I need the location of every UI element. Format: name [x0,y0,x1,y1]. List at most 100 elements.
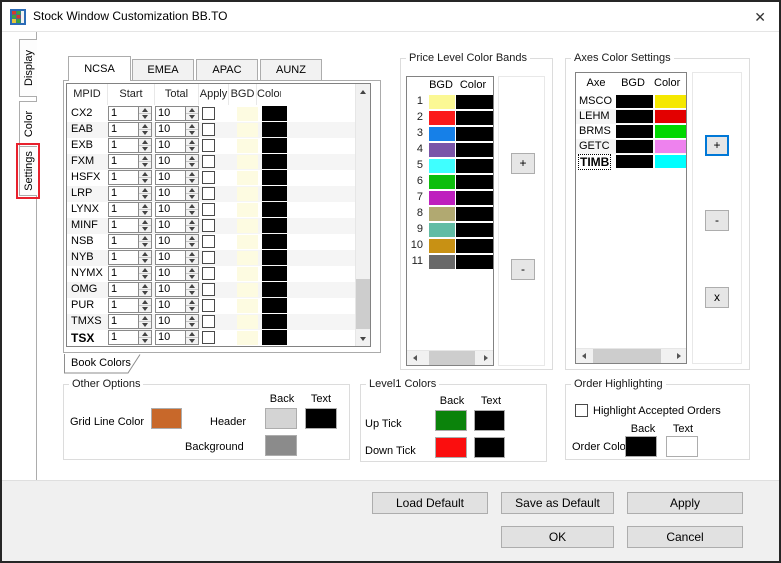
color-swatch[interactable] [262,250,287,265]
band-color-swatch[interactable] [456,207,493,221]
spin-down-icon[interactable] [189,243,195,247]
axe-color-swatch[interactable] [655,155,686,168]
spin-up-icon[interactable] [142,268,148,272]
band-color-swatch[interactable] [456,159,493,173]
spinner-arrows[interactable] [138,123,151,136]
load-default-button[interactable]: Load Default [372,492,488,514]
spin-down-icon[interactable] [189,339,195,343]
header-text-swatch[interactable] [305,408,337,429]
spin-up-icon[interactable] [189,204,195,208]
bgd-swatch[interactable] [237,155,258,169]
spin-up-icon[interactable] [189,188,195,192]
spin-up-icon[interactable] [189,268,195,272]
total-spinner[interactable]: 10 [155,170,199,185]
vertical-scrollbar[interactable] [355,84,370,346]
start-spinner[interactable]: 1 [108,106,152,121]
axe-bgd-swatch[interactable] [616,140,653,153]
spinner-arrows[interactable] [185,171,198,184]
axe-color-swatch[interactable] [655,140,686,153]
spinner-arrows[interactable] [138,139,151,152]
color-swatch[interactable] [262,218,287,233]
region-tab-emea[interactable]: EMEA [132,59,194,81]
ok-button[interactable]: OK [501,526,614,548]
spin-down-icon[interactable] [142,115,148,119]
color-swatch[interactable] [262,298,287,313]
spin-down-icon[interactable] [189,147,195,151]
spinner-arrows[interactable] [138,171,151,184]
apply-checkbox[interactable] [202,139,215,152]
color-swatch[interactable] [262,314,287,329]
spinner-arrows[interactable] [138,203,151,216]
book-colors-tab[interactable]: Book Colors [64,354,146,374]
spinner-arrows[interactable] [185,155,198,168]
spinner-arrows[interactable] [185,283,198,296]
bgd-swatch[interactable] [237,331,258,345]
spin-up-icon[interactable] [142,332,148,336]
spin-up-icon[interactable] [189,284,195,288]
total-spinner[interactable]: 10 [155,122,199,137]
spin-up-icon[interactable] [189,108,195,112]
spin-up-icon[interactable] [142,252,148,256]
spin-down-icon[interactable] [142,259,148,263]
scroll-right-button[interactable] [671,349,686,363]
spin-down-icon[interactable] [189,179,195,183]
spin-down-icon[interactable] [189,131,195,135]
band-bgd-swatch[interactable] [429,127,455,141]
side-tab-display[interactable]: Display [19,39,37,97]
side-tab-color[interactable]: Color [19,101,37,147]
spinner-arrows[interactable] [185,267,198,280]
spin-down-icon[interactable] [189,307,195,311]
spin-down-icon[interactable] [142,195,148,199]
apply-checkbox[interactable] [202,203,215,216]
spinner-arrows[interactable] [138,331,151,344]
start-spinner[interactable]: 1 [108,250,152,265]
scrollbar-thumb[interactable] [429,351,475,365]
bgd-swatch[interactable] [237,139,258,153]
bgd-swatch[interactable] [237,299,258,313]
spinner-arrows[interactable] [185,299,198,312]
spin-down-icon[interactable] [142,307,148,311]
color-swatch[interactable] [262,186,287,201]
total-spinner[interactable]: 10 [155,186,199,201]
color-swatch[interactable] [262,106,287,121]
up-tick-back-swatch[interactable] [435,410,467,431]
spinner-arrows[interactable] [138,251,151,264]
start-spinner[interactable]: 1 [108,234,152,249]
color-swatch[interactable] [262,282,287,297]
spinner-arrows[interactable] [138,155,151,168]
band-color-swatch[interactable] [456,127,493,141]
start-spinner[interactable]: 1 [108,154,152,169]
bgd-swatch[interactable] [237,219,258,233]
start-spinner[interactable]: 1 [108,202,152,217]
color-swatch[interactable] [262,330,287,345]
horizontal-scrollbar[interactable] [407,350,493,365]
spin-down-icon[interactable] [142,227,148,231]
spin-up-icon[interactable] [189,332,195,336]
apply-checkbox[interactable] [202,283,215,296]
spinner-arrows[interactable] [185,235,198,248]
color-swatch[interactable] [262,122,287,137]
axe-color-swatch[interactable] [655,125,686,138]
down-tick-text-swatch[interactable] [474,437,505,458]
band-bgd-swatch[interactable] [429,191,455,205]
spin-up-icon[interactable] [142,236,148,240]
spin-up-icon[interactable] [142,156,148,160]
highlight-accepted-orders-checkbox[interactable] [575,404,588,417]
start-spinner[interactable]: 1 [108,298,152,313]
spin-up-icon[interactable] [189,124,195,128]
side-tab-settings[interactable]: Settings [16,143,40,199]
bgd-swatch[interactable] [237,267,258,281]
spinner-arrows[interactable] [138,187,151,200]
spinner-arrows[interactable] [138,235,151,248]
bgd-swatch[interactable] [237,203,258,217]
spinner-arrows[interactable] [138,107,151,120]
color-swatch[interactable] [262,154,287,169]
band-color-swatch[interactable] [456,143,493,157]
axe-color-swatch[interactable] [655,110,686,123]
spin-up-icon[interactable] [142,300,148,304]
total-spinner[interactable]: 10 [155,298,199,313]
total-spinner[interactable]: 10 [155,250,199,265]
header-back-swatch[interactable] [265,408,297,429]
add-band-button[interactable]: + [511,153,535,174]
band-color-swatch[interactable] [456,191,493,205]
